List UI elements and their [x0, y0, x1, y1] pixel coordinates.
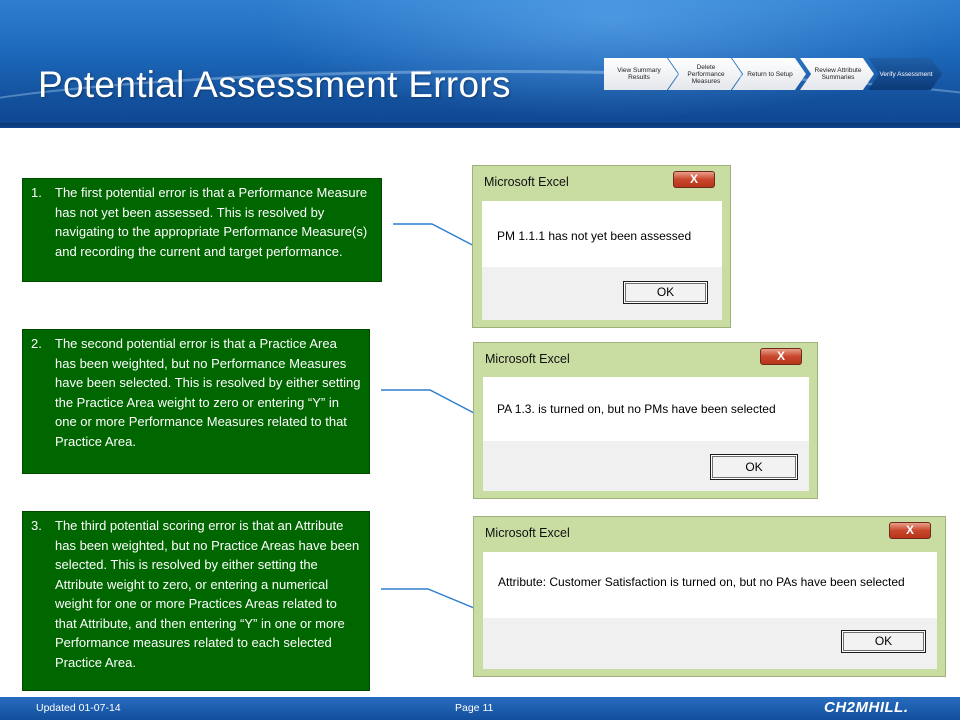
close-icon[interactable]: X	[760, 348, 802, 365]
dialog-message: Attribute: Customer Satisfaction is turn…	[498, 575, 905, 589]
note-3: 3. The third potential scoring error is …	[22, 511, 370, 691]
excel-dialog-1: Microsoft Excel X PM 1.1.1 has not yet b…	[472, 165, 731, 328]
note-2: 2. The second potential error is that a …	[22, 329, 370, 474]
dialog-title: Microsoft Excel	[485, 526, 570, 540]
slide-header: Potential Assessment Errors View Summary…	[0, 0, 960, 128]
note-number: 1.	[31, 185, 42, 200]
note-number: 2.	[31, 336, 42, 351]
ok-button[interactable]: OK	[841, 630, 926, 653]
close-icon[interactable]: X	[673, 171, 715, 188]
slide-footer: Updated 01-07-14 Page 11 CH2MHILL.	[0, 697, 960, 720]
nav-delete-performance-measures[interactable]: Delete Performance Measures	[668, 58, 742, 90]
page-number: Page 11	[455, 702, 494, 714]
company-logo: CH2MHILL.	[824, 699, 909, 716]
note-text: The second potential error is that a Pra…	[55, 336, 361, 449]
nav-review-attribute-summaries[interactable]: Review Attribute Summaries	[800, 58, 874, 90]
note-text: The first potential error is that a Perf…	[55, 185, 368, 259]
header-shadow	[0, 123, 960, 128]
ok-button[interactable]: OK	[710, 454, 798, 480]
page-title: Potential Assessment Errors	[38, 64, 511, 105]
note-text: The third potential scoring error is tha…	[55, 518, 360, 670]
nav-return-to-setup[interactable]: Return to Setup	[732, 58, 806, 90]
updated-date: Updated 01-07-14	[36, 702, 121, 714]
excel-dialog-3: Microsoft Excel X Attribute: Customer Sa…	[473, 516, 946, 677]
process-nav: View Summary Results Delete Performance …	[604, 58, 944, 90]
nav-verify-assessment[interactable]: Verify Assessment	[868, 58, 942, 90]
ok-button[interactable]: OK	[623, 281, 708, 304]
note-number: 3.	[31, 518, 42, 533]
dialog-message: PA 1.3. is turned on, but no PMs have be…	[497, 402, 776, 416]
dialog-message: PM 1.1.1 has not yet been assessed	[497, 229, 692, 243]
close-icon[interactable]: X	[889, 522, 931, 539]
note-1: 1. The first potential error is that a P…	[22, 178, 382, 282]
excel-dialog-2: Microsoft Excel X PA 1.3. is turned on, …	[473, 342, 818, 499]
nav-view-summary-results[interactable]: View Summary Results	[604, 58, 678, 90]
